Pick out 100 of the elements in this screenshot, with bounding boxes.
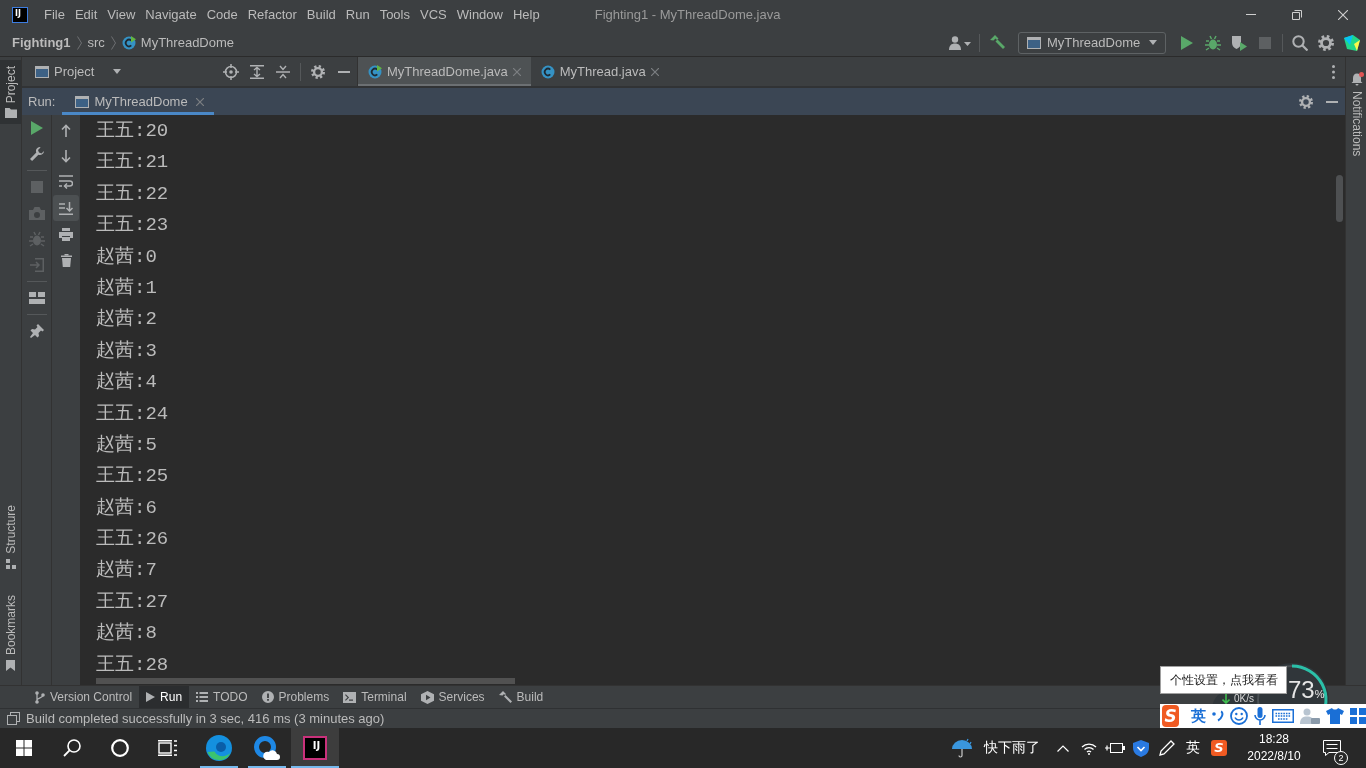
close-icon[interactable] bbox=[650, 67, 659, 76]
wifi-icon[interactable] bbox=[1081, 741, 1097, 755]
breadcrumb[interactable]: MyThreadDome bbox=[121, 35, 235, 50]
windows-logo-icon[interactable] bbox=[16, 740, 32, 756]
menu-item[interactable]: VCS bbox=[415, 3, 452, 26]
ime-logo[interactable]: S bbox=[1162, 705, 1179, 727]
menu-item[interactable]: Navigate bbox=[140, 3, 202, 26]
menu-item[interactable]: Code bbox=[201, 3, 243, 26]
microphone-icon[interactable] bbox=[1254, 707, 1266, 725]
message-icon[interactable] bbox=[1323, 740, 1341, 756]
tool-window-tab[interactable]: Services bbox=[413, 686, 492, 708]
notification-count: 2 bbox=[1334, 751, 1348, 765]
minus-icon[interactable] bbox=[338, 70, 350, 73]
console-line: 赵茜:7 bbox=[96, 559, 157, 582]
expand-all-icon[interactable] bbox=[250, 64, 264, 79]
console-line: 王五:27 bbox=[96, 590, 169, 613]
console-line: 王五:20 bbox=[96, 120, 169, 142]
layout-icon[interactable] bbox=[28, 292, 45, 304]
crosshair-icon[interactable] bbox=[223, 63, 239, 80]
circle-icon[interactable] bbox=[111, 739, 129, 757]
tool-window-tab[interactable]: Version Control bbox=[28, 686, 140, 708]
console-line: 王五:28 bbox=[96, 653, 169, 676]
settings-icon[interactable] bbox=[1318, 34, 1334, 51]
shield-icon[interactable] bbox=[1133, 739, 1149, 757]
console-session-tab[interactable]: MyThreadDome bbox=[62, 88, 214, 115]
console-line: 赵茜:8 bbox=[96, 622, 157, 645]
restore-icon[interactable] bbox=[1292, 9, 1302, 20]
person-icon[interactable] bbox=[1300, 708, 1320, 724]
console-toolbar-button[interactable] bbox=[53, 195, 79, 221]
wrench-icon[interactable] bbox=[29, 147, 44, 161]
menu-item[interactable]: Refactor bbox=[242, 3, 302, 26]
status-message: Build completed successfully in 3 sec, 416 ms (3 minutes ago) bbox=[26, 711, 385, 726]
run-icon[interactable] bbox=[30, 121, 43, 135]
tool-window-tab[interactable]: TODO bbox=[189, 686, 255, 708]
close-icon[interactable] bbox=[1338, 9, 1348, 20]
umbrella-rain-icon[interactable] bbox=[951, 738, 973, 758]
ime-logo[interactable]: S bbox=[1211, 740, 1227, 756]
run-icon[interactable] bbox=[1181, 35, 1193, 50]
side-tab[interactable]: Structure bbox=[0, 499, 21, 575]
side-tab[interactable]: Notifications bbox=[1346, 66, 1366, 163]
percent-value: 73 bbox=[1288, 677, 1315, 703]
menu-item[interactable]: Run bbox=[340, 3, 375, 26]
menu-item[interactable]: Help bbox=[507, 3, 545, 26]
pen-icon[interactable] bbox=[1159, 740, 1175, 756]
tool-window-tab[interactable]: Problems bbox=[254, 686, 337, 708]
console-line: 赵茜:4 bbox=[96, 371, 157, 394]
console-line: 王五:21 bbox=[96, 151, 169, 174]
menu-item[interactable]: Edit bbox=[69, 3, 103, 26]
editor-tab[interactable]: MyThread.java bbox=[530, 57, 669, 86]
menu-item[interactable]: Tools bbox=[374, 3, 415, 26]
tool-window-tab[interactable]: Run bbox=[139, 686, 190, 708]
project-view-dropdown[interactable]: Project bbox=[35, 64, 122, 79]
clock-time[interactable]: 18:28 bbox=[1244, 731, 1304, 748]
editor-tab[interactable]: MyThreadDome.java bbox=[358, 57, 531, 86]
grid-icon[interactable] bbox=[1350, 708, 1366, 724]
collapse-all-icon[interactable] bbox=[276, 64, 290, 79]
tool-window-tab[interactable]: Terminal bbox=[336, 686, 414, 708]
shirt-icon[interactable] bbox=[1326, 708, 1344, 724]
shield-play-icon[interactable] bbox=[1231, 34, 1247, 51]
settings-icon[interactable] bbox=[1299, 94, 1313, 109]
task-view-icon[interactable] bbox=[158, 740, 178, 756]
weather-text[interactable]: 快下雨了 bbox=[984, 739, 1040, 757]
ime-mode-toggle[interactable]: 英 bbox=[1191, 706, 1206, 726]
keyboard-icon[interactable] bbox=[1272, 709, 1294, 723]
menu-item[interactable]: Window bbox=[451, 3, 508, 26]
menu-item[interactable]: File bbox=[39, 3, 70, 26]
trash-icon bbox=[60, 253, 72, 267]
chevron-up-icon[interactable] bbox=[1057, 744, 1069, 752]
vertical-scrollbar[interactable] bbox=[1336, 175, 1343, 222]
side-tab[interactable]: Bookmarks bbox=[0, 588, 21, 677]
down-arrow-icon bbox=[1222, 694, 1230, 704]
tool-window-tab[interactable]: Build bbox=[491, 686, 551, 708]
side-tab[interactable]: Project bbox=[0, 60, 21, 125]
menu-item[interactable]: View bbox=[102, 3, 141, 26]
bug-icon[interactable] bbox=[1205, 34, 1221, 51]
horizontal-scrollbar[interactable] bbox=[96, 678, 515, 684]
hammer-icon[interactable] bbox=[989, 34, 1005, 51]
pin-icon[interactable] bbox=[29, 324, 44, 338]
squares-icon[interactable] bbox=[7, 712, 20, 725]
arrow-up-icon bbox=[61, 123, 71, 137]
punctuation-icon[interactable] bbox=[1212, 710, 1224, 722]
class-icon bbox=[368, 64, 382, 79]
window-icon bbox=[75, 95, 90, 108]
menu-item[interactable]: Build bbox=[301, 3, 341, 26]
tool-window-title: Run: bbox=[28, 94, 56, 109]
settings-icon[interactable] bbox=[311, 64, 325, 79]
taskbar-app[interactable]: IJ bbox=[291, 728, 339, 768]
smiley-icon[interactable] bbox=[1230, 707, 1248, 725]
clock-date[interactable]: 2022/8/10 bbox=[1244, 748, 1304, 765]
battery-icon[interactable] bbox=[1105, 742, 1125, 754]
breadcrumb[interactable]: src bbox=[87, 35, 105, 50]
run-configuration-dropdown[interactable]: MyThreadDome bbox=[1018, 31, 1166, 54]
more-icon[interactable] bbox=[1331, 64, 1335, 79]
breadcrumb[interactable]: Fighting1 bbox=[12, 35, 71, 50]
minus-icon[interactable] bbox=[1326, 100, 1338, 103]
input-mode[interactable]: 英 bbox=[1186, 739, 1200, 757]
search-icon[interactable] bbox=[63, 739, 81, 757]
ring-cloud-icon bbox=[254, 736, 280, 760]
user-icon[interactable] bbox=[949, 35, 971, 50]
app-logo-icon[interactable] bbox=[1344, 34, 1360, 51]
